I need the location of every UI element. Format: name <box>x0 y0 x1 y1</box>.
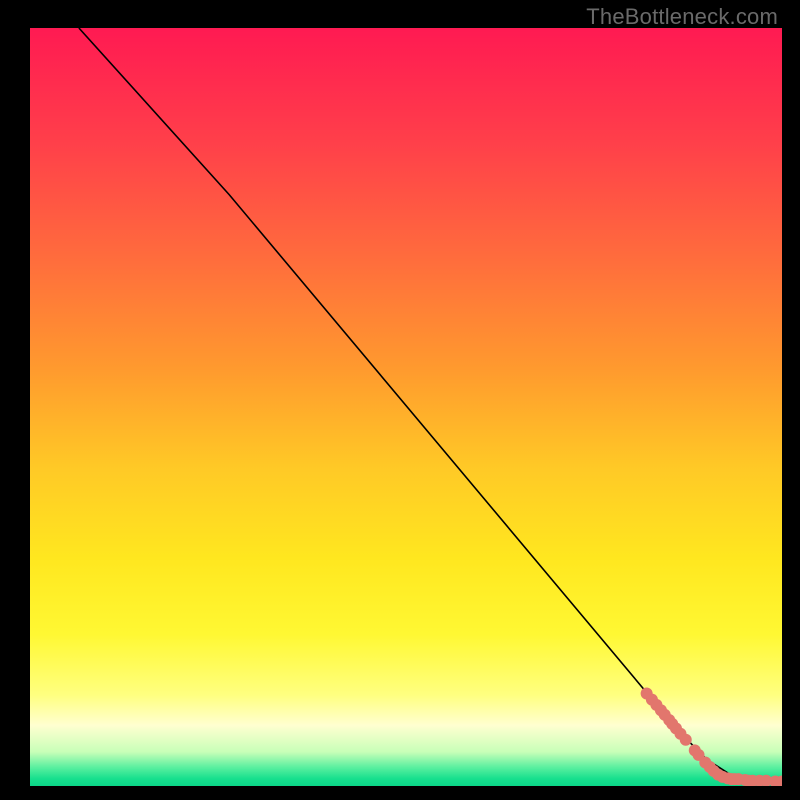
gradient-background <box>30 28 782 786</box>
plot-area <box>30 28 782 786</box>
data-point <box>680 734 692 746</box>
watermark-text: TheBottleneck.com <box>586 4 778 30</box>
chart-container: TheBottleneck.com <box>0 0 800 800</box>
chart-svg <box>30 28 782 786</box>
